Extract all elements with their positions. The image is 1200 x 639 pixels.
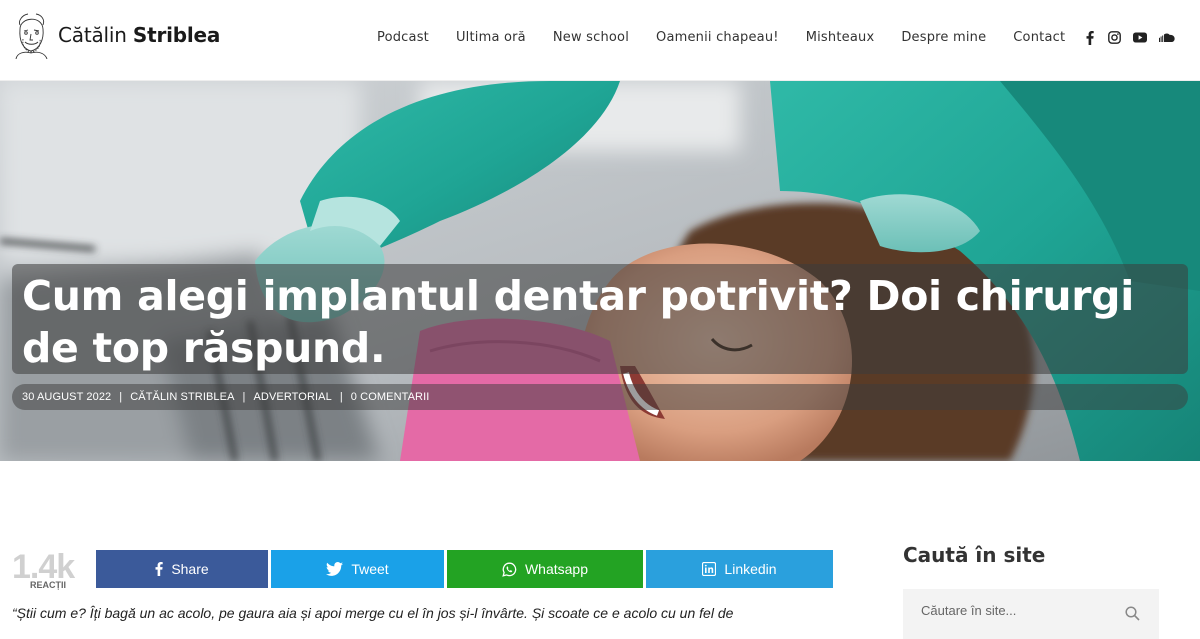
sidebar-search-title: Caută în site	[903, 543, 1046, 567]
share-whatsapp-button[interactable]: Whatsapp	[447, 550, 643, 588]
article-meta: 30 AUGUST 2022 | CĂTĂLIN STRIBLEA | ADVE…	[22, 391, 429, 403]
facebook-icon[interactable]	[1082, 30, 1097, 45]
meta-separator: |	[339, 391, 343, 403]
article-comments[interactable]: 0 COMENTARII	[351, 391, 430, 403]
nav-item-despre-mine[interactable]: Despre mine	[901, 30, 986, 45]
meta-separator: |	[119, 391, 123, 403]
site-name: Cătălin Striblea	[58, 23, 220, 47]
article-date: 30 AUGUST 2022	[22, 391, 112, 403]
instagram-icon[interactable]	[1107, 30, 1122, 45]
hero-banner: Cum alegi implantul dentar potrivit? Doi…	[0, 81, 1200, 461]
portrait-sketch-icon	[15, 13, 48, 59]
facebook-icon	[155, 562, 164, 576]
share-linkedin-button[interactable]: Linkedin	[646, 550, 833, 588]
site-header: Cătălin Striblea Podcast Ultima oră New …	[0, 0, 1200, 81]
share-whatsapp-label: Whatsapp	[524, 561, 589, 577]
article-category[interactable]: ADVERTORIAL	[253, 391, 331, 403]
reaction-count: 1.4k REACȚII	[12, 548, 96, 590]
nav-item-contact[interactable]: Contact	[1013, 30, 1065, 45]
youtube-icon[interactable]	[1132, 30, 1147, 45]
article-excerpt: “Știi cum e? Îți bagă un ac acolo, pe ga…	[12, 605, 734, 621]
reaction-count-label: REACȚII	[30, 580, 66, 590]
nav-item-new-school[interactable]: New school	[553, 30, 629, 45]
share-linkedin-label: Linkedin	[724, 561, 777, 577]
nav-item-podcast[interactable]: Podcast	[377, 30, 429, 45]
article-author[interactable]: CĂTĂLIN STRIBLEA	[130, 391, 234, 403]
share-bar: 1.4k REACȚII Share Tweet Whatsapp Linked…	[12, 548, 836, 590]
site-name-first: Cătălin	[58, 23, 133, 47]
nav-item-mishteaux[interactable]: Mishteaux	[806, 30, 875, 45]
whatsapp-icon	[502, 562, 517, 577]
article-title: Cum alegi implantul dentar potrivit? Doi…	[22, 272, 1134, 372]
main-nav: Podcast Ultima oră New school Oamenii ch…	[377, 30, 1092, 45]
twitter-icon	[326, 562, 344, 576]
share-twitter-label: Tweet	[351, 561, 389, 577]
soundcloud-icon[interactable]	[1157, 30, 1175, 45]
share-facebook-label: Share	[171, 561, 209, 577]
search-input[interactable]	[921, 603, 1121, 618]
nav-item-ultima-ora[interactable]: Ultima oră	[456, 30, 526, 45]
sidebar-search-box	[903, 589, 1159, 639]
share-facebook-button[interactable]: Share	[96, 550, 268, 588]
search-icon[interactable]	[1125, 606, 1140, 621]
nav-item-oamenii-chapeau[interactable]: Oamenii chapeau!	[656, 30, 779, 45]
site-name-last: Striblea	[132, 23, 221, 47]
meta-separator: |	[242, 391, 246, 403]
share-twitter-button[interactable]: Tweet	[271, 550, 444, 588]
linkedin-icon	[702, 562, 717, 576]
site-logo[interactable]: Cătălin Striblea	[12, 10, 220, 60]
social-links	[1082, 30, 1175, 45]
